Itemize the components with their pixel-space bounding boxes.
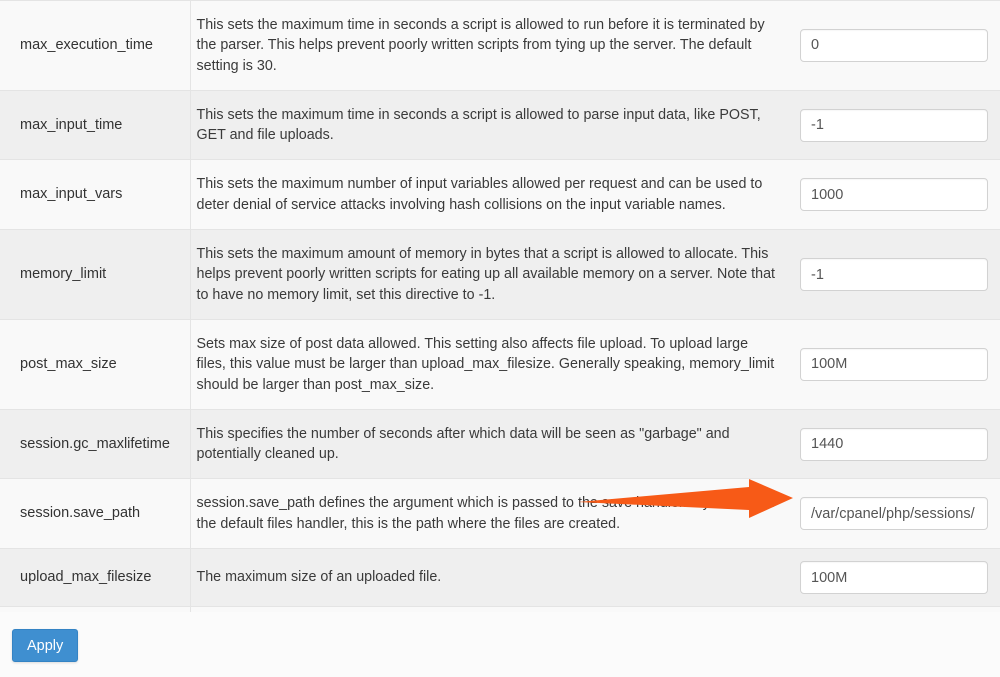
directive-description: This sets the maximum time in seconds a …	[190, 0, 800, 91]
session-save-path-input[interactable]	[800, 497, 988, 531]
php-directives-table-body: max_execution_time This sets the maximum…	[0, 0, 1000, 677]
max-execution-time-input[interactable]	[800, 28, 988, 62]
directive-value-cell	[800, 0, 1000, 91]
upload-max-filesize-input[interactable]	[800, 561, 988, 595]
post-max-size-input[interactable]	[800, 347, 988, 381]
directive-description: This sets the maximum amount of memory i…	[190, 229, 800, 320]
directive-value-cell	[800, 229, 1000, 320]
table-row: session.gc_maxlifetime This specifies th…	[0, 408, 1000, 480]
form-actions: Apply	[0, 612, 1000, 677]
directive-value-cell	[800, 318, 1000, 410]
directive-name: session.save_path	[0, 478, 191, 550]
directive-value-cell	[800, 478, 1000, 550]
directive-description: Sets max size of post data allowed. This…	[190, 318, 800, 410]
directive-name: max_input_time	[0, 89, 191, 161]
session-gc-maxlifetime-input[interactable]	[800, 427, 988, 461]
directive-value-cell	[800, 548, 1000, 608]
max-input-time-input[interactable]	[800, 108, 988, 142]
apply-button[interactable]: Apply	[12, 629, 79, 662]
directive-value-cell	[800, 408, 1000, 480]
directive-name: memory_limit	[0, 229, 191, 320]
directive-value-cell	[800, 159, 1000, 231]
directive-name: session.gc_maxlifetime	[0, 408, 191, 480]
table-row: post_max_size Sets max size of post data…	[0, 318, 1000, 410]
table-row: max_input_vars This sets the maximum num…	[0, 159, 1000, 231]
directive-name: post_max_size	[0, 318, 191, 410]
directive-description: This sets the maximum time in seconds a …	[190, 89, 800, 161]
php-directives-table: max_execution_time This sets the maximum…	[0, 0, 1000, 677]
directive-description: session.save_path defines the argument w…	[190, 478, 800, 550]
table-row: max_input_time This sets the maximum tim…	[0, 89, 1000, 161]
directive-value-cell	[800, 89, 1000, 161]
directive-name: upload_max_filesize	[0, 548, 191, 608]
directive-name: max_execution_time	[0, 0, 191, 91]
table-row: memory_limit This sets the maximum amoun…	[0, 229, 1000, 320]
directive-description: This sets the maximum number of input va…	[190, 159, 800, 231]
directive-description: The maximum size of an uploaded file.	[190, 548, 800, 608]
directive-name: max_input_vars	[0, 159, 191, 231]
table-row: session.save_path session.save_path defi…	[0, 478, 1000, 550]
memory-limit-input[interactable]	[800, 258, 988, 292]
multiphp-ini-editor-page: max_execution_time This sets the maximum…	[0, 0, 1000, 677]
table-row: max_execution_time This sets the maximum…	[0, 0, 1000, 91]
max-input-vars-input[interactable]	[800, 178, 988, 212]
directive-description: This specifies the number of seconds aft…	[190, 408, 800, 480]
table-row: upload_max_filesize The maximum size of …	[0, 548, 1000, 608]
